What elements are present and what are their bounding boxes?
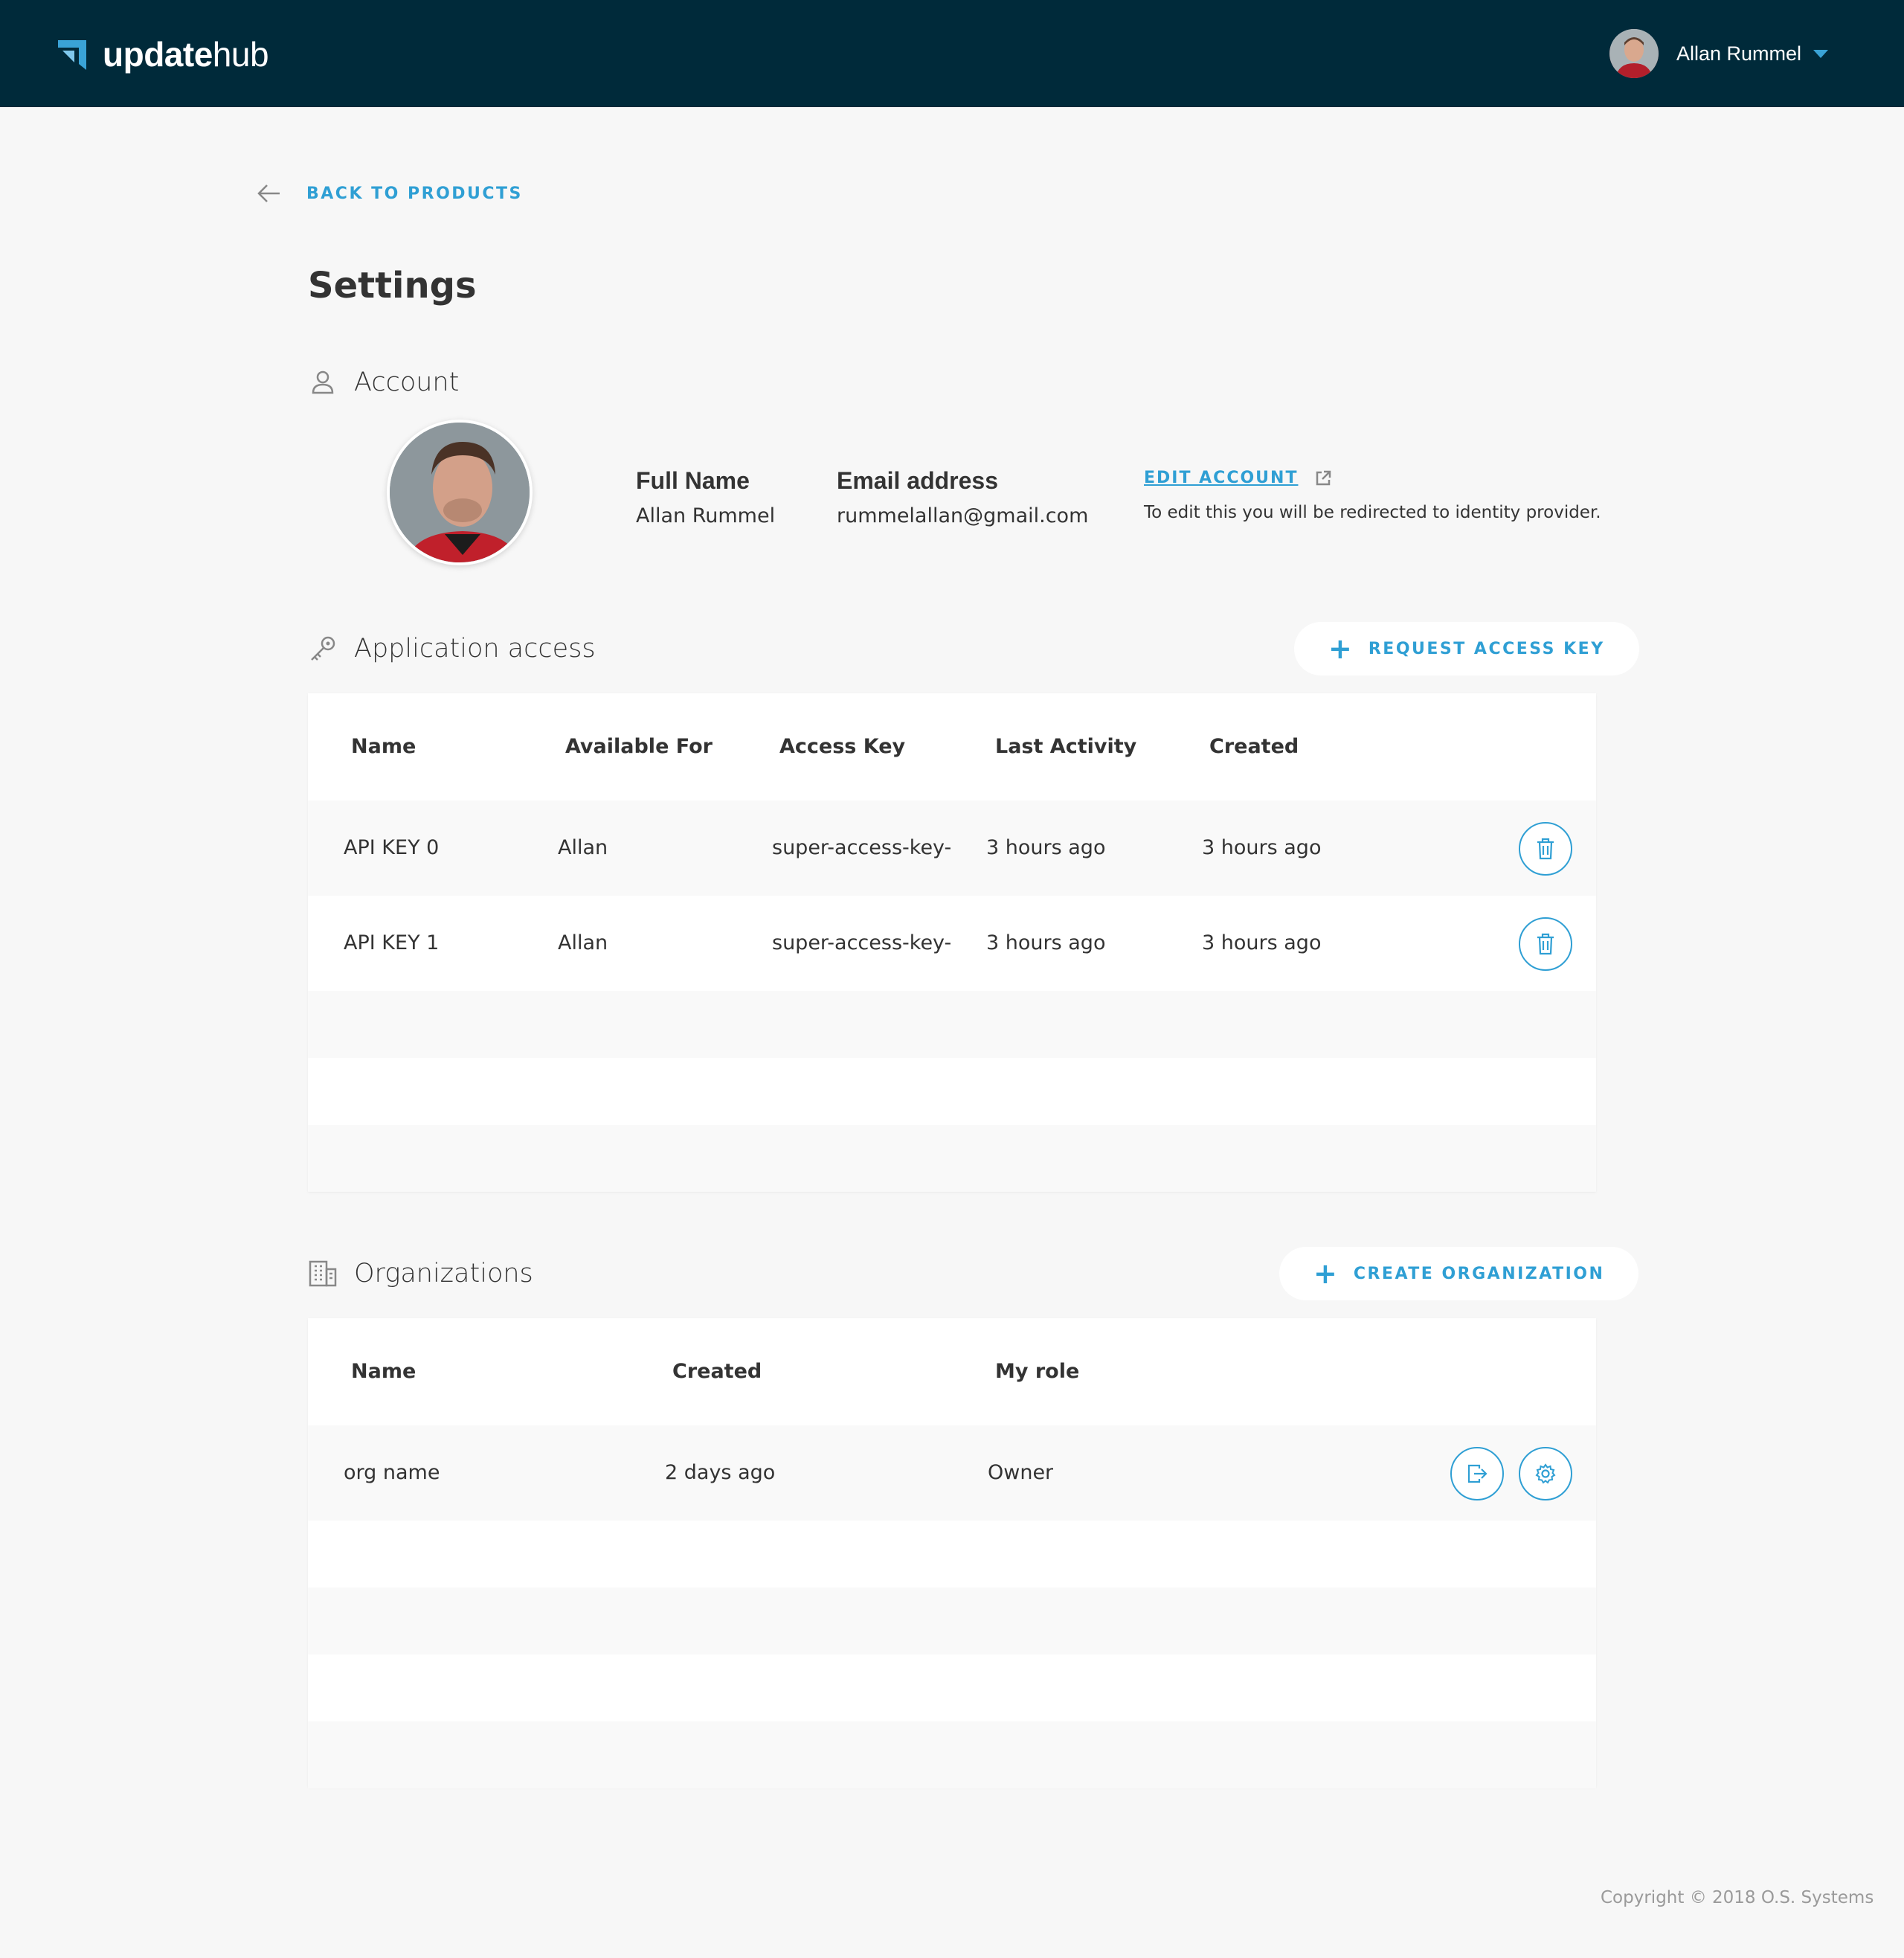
request-access-key-button[interactable]: + REQUEST ACCESS KEY (1294, 622, 1639, 675)
application-access-section-header: Application access (308, 634, 596, 664)
edit-account-note: To edit this you will be redirected to i… (1144, 503, 1601, 522)
request-access-key-label: REQUEST ACCESS KEY (1368, 639, 1605, 658)
org-name: org name (344, 1461, 440, 1484)
org-created: 2 days ago (665, 1461, 776, 1484)
created: 3 hours ago (1202, 836, 1322, 859)
plus-icon: + (1313, 1257, 1337, 1290)
building-icon (309, 1260, 337, 1287)
access-key: super-access-key-0 (772, 836, 952, 859)
table-header: Name Created My role (308, 1318, 1596, 1425)
account-section-header: Account (308, 367, 459, 397)
copyright: Copyright © 2018 O.S. Systems (1601, 1888, 1874, 1907)
organizations-table: Name Created My role org name 2 days ago… (308, 1318, 1596, 1788)
last-activity: 3 hours ago (986, 931, 1106, 954)
organizations-section-header: Organizations (308, 1259, 533, 1288)
column-header: Created (672, 1360, 762, 1383)
empty-row (308, 1721, 1596, 1788)
column-header: Access Key (779, 735, 906, 758)
empty-row (308, 1058, 1596, 1125)
section-title: Application access (354, 634, 596, 664)
edit-account-link[interactable]: EDIT ACCOUNT (1144, 469, 1332, 487)
sign-out-icon (1467, 1464, 1488, 1483)
external-link-icon (1316, 470, 1331, 485)
plus-icon: + (1328, 632, 1352, 665)
table-row: API KEY 1 Allan super-access-key-1 3 hou… (308, 896, 1596, 991)
column-header: Last Activity (995, 735, 1137, 758)
column-header: Name (351, 735, 416, 758)
column-header: Available For (565, 735, 713, 758)
created: 3 hours ago (1202, 931, 1322, 954)
trash-icon (1537, 838, 1554, 860)
avatar (1609, 29, 1659, 78)
key-name: API KEY 0 (344, 836, 440, 859)
organization-settings-button[interactable] (1519, 1447, 1572, 1500)
column-header: Created (1209, 735, 1299, 758)
last-activity: 3 hours ago (986, 836, 1106, 859)
email-value: rummelallan@gmail.com (837, 504, 1089, 527)
available-for: Allan (558, 836, 608, 859)
column-header: My role (995, 1360, 1080, 1383)
section-title: Account (354, 367, 460, 397)
gear-icon (1535, 1463, 1556, 1484)
full-name-label: Full Name (636, 467, 750, 494)
back-to-products-link[interactable]: BACK TO PRODUCTS (257, 183, 523, 204)
org-role: Owner (988, 1461, 1054, 1484)
empty-row (308, 1588, 1596, 1654)
empty-row (308, 991, 1596, 1058)
edit-account-label: EDIT ACCOUNT (1144, 469, 1299, 487)
empty-row (308, 1521, 1596, 1588)
user-menu[interactable]: Allan Rummel (1609, 28, 1829, 79)
page-title: Settings (308, 265, 477, 306)
table-row: API KEY 0 Allan super-access-key-0 3 hou… (308, 800, 1596, 896)
available-for: Allan (558, 931, 608, 954)
leave-organization-button[interactable] (1450, 1447, 1504, 1500)
delete-key-button[interactable] (1519, 822, 1572, 876)
user-name: Allan Rummel (1676, 42, 1802, 65)
access-keys-table: Name Available For Access Key Last Activ… (308, 693, 1596, 1192)
email-label: Email address (837, 467, 998, 494)
access-key: super-access-key-1 (772, 931, 952, 954)
logo-text: updatehub (103, 35, 269, 74)
arrow-left-icon (257, 184, 280, 202)
top-bar: updatehub Allan Rummel (0, 0, 1904, 107)
profile-avatar (387, 420, 533, 565)
section-title: Organizations (354, 1259, 533, 1288)
empty-row (308, 1654, 1596, 1721)
full-name-value: Allan Rummel (636, 504, 776, 527)
table-row: org name 2 days ago Owner (308, 1425, 1596, 1521)
updatehub-logo-icon (58, 40, 86, 70)
create-organization-label: CREATE ORGANIZATION (1353, 1264, 1605, 1283)
key-name: API KEY 1 (344, 931, 440, 954)
chevron-down-icon (1813, 49, 1829, 58)
delete-key-button[interactable] (1519, 917, 1572, 971)
create-organization-button[interactable]: + CREATE ORGANIZATION (1279, 1247, 1639, 1300)
back-label: BACK TO PRODUCTS (306, 184, 523, 203)
trash-icon (1537, 933, 1554, 955)
updatehub-logo[interactable]: updatehub (58, 34, 269, 74)
key-icon (311, 636, 335, 661)
empty-row (308, 1125, 1596, 1192)
table-header: Name Available For Access Key Last Activ… (308, 693, 1596, 800)
column-header: Name (351, 1360, 416, 1383)
user-icon (312, 370, 334, 394)
